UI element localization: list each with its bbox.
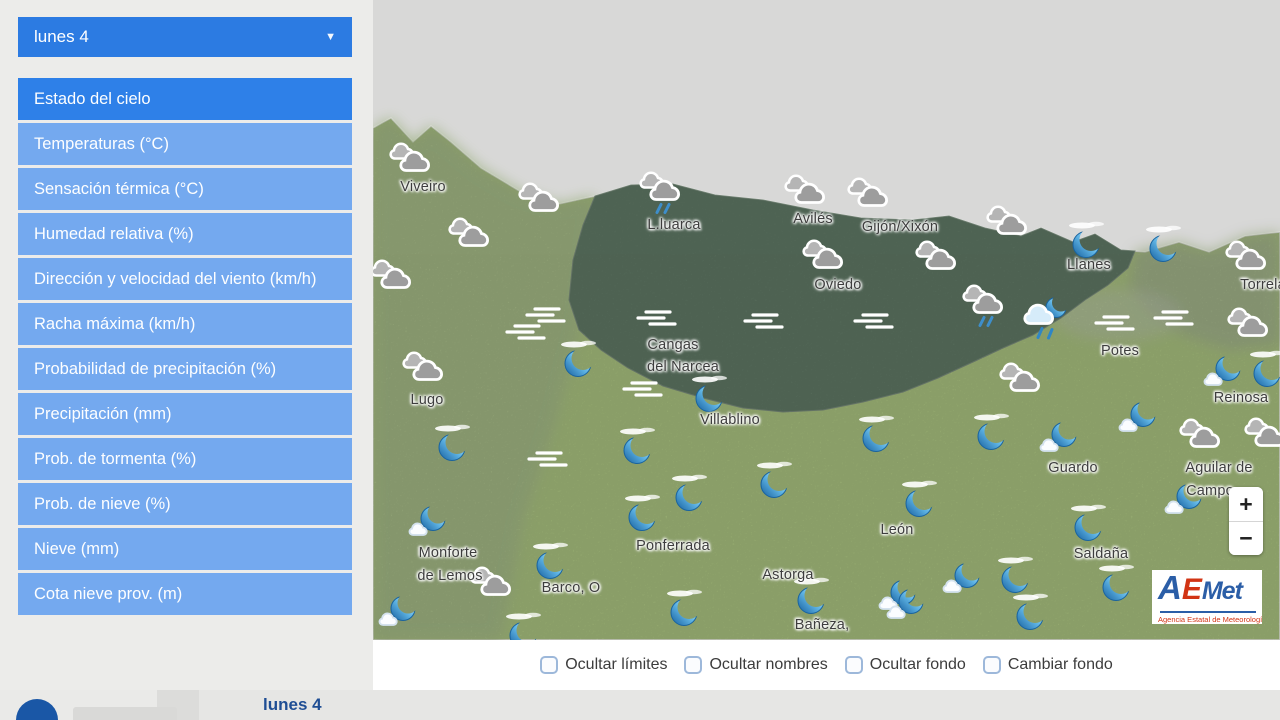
- checkbox-icon[interactable]: [684, 656, 702, 674]
- time-bar-day-label: lunes 4: [263, 695, 322, 715]
- map-city-label: Lugo: [410, 392, 443, 408]
- map-city-label: Reinosa: [1214, 390, 1269, 406]
- sidebar-menu-item[interactable]: Probabilidad de precipitación (%): [18, 348, 352, 390]
- map-city-label: Avilés: [793, 211, 833, 227]
- map-options-row: Ocultar límites Ocultar nombres Ocultar fo…: [373, 640, 1280, 690]
- map-city-label: Bañeza,: [795, 617, 850, 633]
- map-option-ocultar-fondo[interactable]: Ocultar fondo: [845, 656, 966, 674]
- map-city-label: Llanes: [1067, 257, 1111, 273]
- map-city-label: Campo: [1186, 483, 1234, 499]
- map-option-label: Ocultar límites: [565, 656, 667, 674]
- map-city-label: del Narcea: [647, 359, 719, 375]
- day-selector-dropdown[interactable]: lunes 4 ▼: [18, 17, 352, 57]
- sidebar-menu-item[interactable]: Racha máxima (km/h): [18, 303, 352, 345]
- map-city-label: Viveiro: [400, 179, 445, 195]
- sidebar-menu-item[interactable]: Cota nieve prov. (m): [18, 573, 352, 615]
- map-city-label: Villablino: [700, 412, 760, 428]
- day-selector-label: lunes 4: [34, 27, 89, 47]
- aemet-logo: AEMet Agencia Estatal de Meteorología: [1152, 570, 1262, 624]
- map-option-cambiar-fondo[interactable]: Cambiar fondo: [983, 656, 1113, 674]
- map-option-ocultar-nombres[interactable]: Ocultar nombres: [684, 656, 827, 674]
- checkbox-icon[interactable]: [845, 656, 863, 674]
- aemet-logo-text: AEMet: [1158, 573, 1258, 610]
- sidebar-menu-item[interactable]: Prob. de tormenta (%): [18, 438, 352, 480]
- map-city-label: Guardo: [1048, 460, 1098, 476]
- map-city-label: Saldaña: [1074, 546, 1129, 562]
- sidebar-menu-item[interactable]: Prob. de nieve (%): [18, 483, 352, 525]
- sidebar-menu-item[interactable]: Precipitación (mm): [18, 393, 352, 435]
- time-scrubber[interactable]: [73, 707, 177, 720]
- map-option-label: Ocultar fondo: [870, 656, 966, 674]
- map-option-ocultar-l-mites[interactable]: Ocultar límites: [540, 656, 667, 674]
- time-bar: lunes 4: [0, 690, 1280, 720]
- map-terrain: [373, 0, 1280, 640]
- map-city-label: Aguilar de: [1185, 460, 1252, 476]
- map-city-label: Cangas: [647, 337, 698, 353]
- sidebar-menu: Estado del cieloTemperaturas (°C)Sensaci…: [18, 78, 352, 618]
- zoom-in-button[interactable]: +: [1229, 487, 1263, 521]
- zoom-out-button[interactable]: −: [1229, 521, 1263, 555]
- map-option-label: Cambiar fondo: [1008, 656, 1113, 674]
- sidebar-menu-item[interactable]: Sensación térmica (°C): [18, 168, 352, 210]
- sidebar-menu-item[interactable]: Nieve (mm): [18, 528, 352, 570]
- map-city-label: Ponferrada: [636, 538, 710, 554]
- map-city-label: L.luarca: [647, 217, 700, 233]
- sidebar-menu-item[interactable]: Humedad relativa (%): [18, 213, 352, 255]
- map-city-label: de Lemos: [417, 568, 482, 584]
- map-column: Viveiro L.luarca Avilés Gijón/Xixón Oviedo Ll…: [373, 0, 1280, 690]
- map-option-label: Ocultar nombres: [709, 656, 827, 674]
- map-city-label: Gijón/Xixón: [862, 219, 938, 235]
- map-city-label: Monforte: [419, 545, 478, 561]
- map-city-label: Torrela: [1240, 277, 1280, 293]
- map-city-label: Oviedo: [814, 277, 861, 293]
- sidebar-menu-item[interactable]: Temperaturas (°C): [18, 123, 352, 165]
- checkbox-icon[interactable]: [540, 656, 558, 674]
- map-city-label: Astorga: [762, 567, 813, 583]
- sidebar-menu-item[interactable]: Estado del cielo: [18, 78, 352, 120]
- sidebar-menu-item[interactable]: Dirección y velocidad del viento (km/h): [18, 258, 352, 300]
- chevron-down-icon: ▼: [325, 32, 336, 43]
- map-city-label: Potes: [1101, 343, 1139, 359]
- aemet-logo-underline: [1160, 611, 1256, 613]
- map-city-label: León: [880, 522, 913, 538]
- map-zoom-control: + −: [1229, 487, 1263, 555]
- map-city-label: Barco, O: [542, 580, 601, 596]
- aemet-logo-caption: Agencia Estatal de Meteorología: [1158, 615, 1258, 624]
- sidebar: lunes 4 ▼ Estado del cieloTemperaturas (…: [0, 0, 373, 690]
- weather-map[interactable]: Viveiro L.luarca Avilés Gijón/Xixón Oviedo Ll…: [373, 0, 1280, 640]
- checkbox-icon[interactable]: [983, 656, 1001, 674]
